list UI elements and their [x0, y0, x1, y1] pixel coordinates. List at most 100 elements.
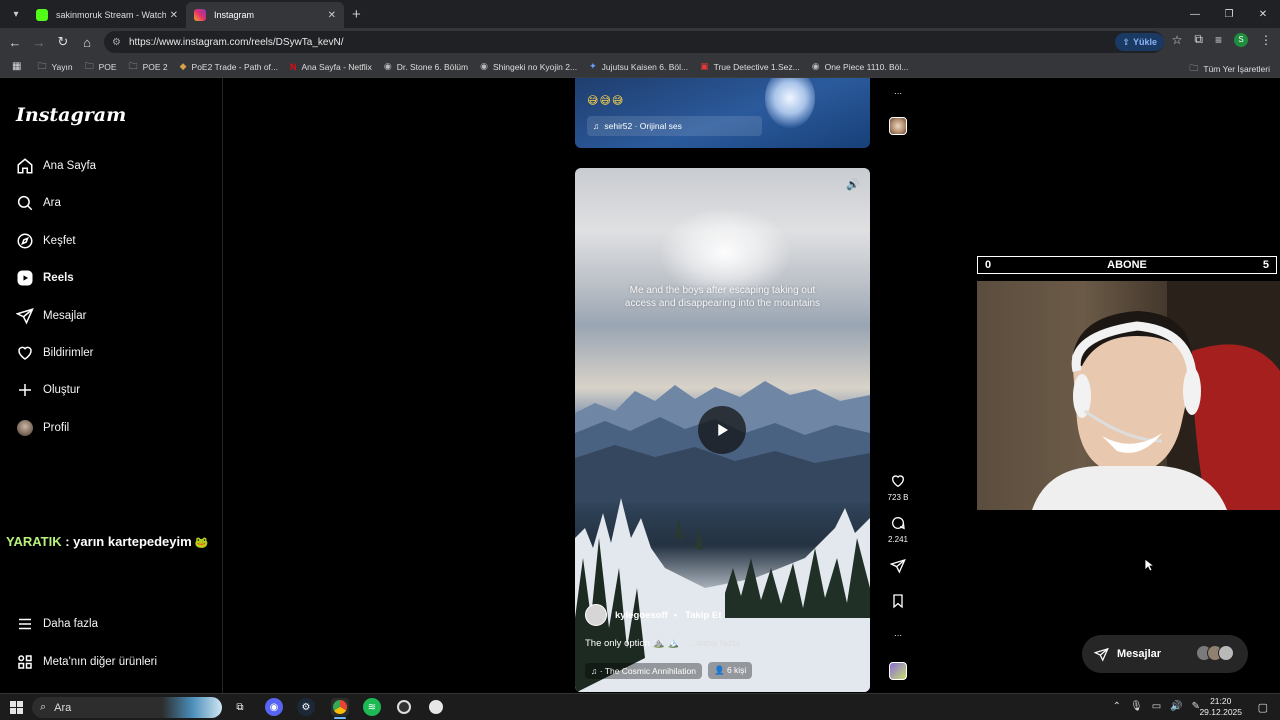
tagged-people-button[interactable]: 👤 6 kişi — [707, 662, 753, 679]
media-controls-icon[interactable]: ≡ — [1215, 33, 1222, 47]
bookmark-item[interactable]: 🗀 Yayın — [37, 59, 72, 75]
bookmark-item[interactable]: ▣ True Detective 1.Sez... — [700, 61, 800, 72]
prev-reel-audio-thumbnail[interactable] — [889, 117, 907, 135]
volume-icon[interactable]: 🔊 — [1170, 701, 1182, 712]
reload-icon[interactable]: ↻ — [51, 34, 75, 50]
follow-button[interactable]: Takip Et — [685, 610, 721, 621]
author-avatar[interactable] — [585, 604, 607, 626]
messages-floating-button[interactable]: Mesajlar — [1082, 635, 1248, 673]
microphone-icon[interactable]: 🎙 — [1130, 701, 1143, 712]
spotify-icon[interactable]: ≋ — [363, 698, 381, 716]
taskbar-search[interactable]: ⌕ Ara — [32, 697, 222, 718]
taskbar-clock[interactable]: 21:20 29.12.2025 — [1199, 696, 1242, 718]
mouse-cursor-icon — [1144, 558, 1154, 572]
mute-icon[interactable]: 🔊 — [846, 178, 860, 191]
bookmark-item[interactable]: ◉ Shingeki no Kyojin 2... — [480, 61, 577, 72]
sidebar-item-search[interactable]: Ara — [16, 194, 61, 212]
like-button[interactable]: 723 B — [883, 472, 913, 502]
bookmark-item[interactable]: ◉ Dr. Stone 6. Bölüm — [384, 61, 468, 72]
sidebar-item-more[interactable]: Daha fazla — [16, 615, 98, 633]
bookmark-label: PoE2 Trade - Path of... — [191, 61, 278, 72]
apps-icon[interactable]: ▦ — [12, 61, 21, 72]
restore-icon[interactable]: ❐ — [1212, 0, 1246, 28]
comment-button[interactable]: 2.241 — [883, 514, 913, 544]
steam-icon[interactable]: ⚙ — [297, 698, 315, 716]
sidebar-item-notifications[interactable]: Bildirimler — [16, 344, 93, 362]
save-button[interactable] — [883, 592, 913, 610]
bookmarks-bar: ▦ 🗀 Yayın 🗀 POE 🗀 POE 2 ◆ PoE2 Trade - Path … — [0, 56, 1280, 78]
bookmark-item[interactable]: 🗀 POE — [85, 59, 117, 75]
sidebar-item-meta[interactable]: Meta'nın diğer ürünleri — [16, 653, 157, 671]
upload-button[interactable]: ⇪ Yükle — [1115, 33, 1164, 51]
share-button[interactable] — [883, 557, 913, 575]
site-info-icon[interactable]: ⚙ — [112, 37, 121, 48]
poe-trade-icon: ◆ — [179, 61, 187, 71]
reel-caption-emojis: 😅😅😅 — [587, 95, 625, 107]
bookmark-label: POE 2 — [142, 61, 168, 72]
sidebar-item-explore[interactable]: Keşfet — [16, 232, 76, 250]
sidebar-item-label: Ara — [43, 197, 61, 209]
sidebar-item-profile[interactable]: Profil — [16, 419, 69, 437]
reel-audio-row: ♫ · The Cosmic Annihilation 👤 6 kişi — [585, 662, 758, 679]
task-view-icon[interactable]: ⧉ — [231, 698, 249, 716]
plus-icon — [16, 381, 34, 399]
bookmark-label: Tüm Yer İşaretleri — [1203, 64, 1270, 74]
tab-search-button[interactable]: ▾ — [4, 3, 28, 25]
profile-avatar[interactable]: S — [1234, 32, 1248, 47]
discord-icon[interactable]: ◉ — [265, 698, 283, 716]
previous-reel[interactable]: 😅😅😅 ♫ sehir52 · Orijinal ses — [575, 78, 870, 148]
chat-text: : yarın kartepedeyim — [61, 534, 192, 549]
sidebar-item-messages[interactable]: Mesajlar — [16, 307, 86, 325]
close-window-icon[interactable]: ✕ — [1246, 0, 1280, 28]
browser-menu-icon[interactable]: ⋮ — [1260, 33, 1272, 47]
bookmark-item[interactable]: 🗀 POE 2 — [129, 59, 168, 75]
search-icon: ⌕ — [40, 701, 47, 713]
reel-more-button[interactable]: ⋯ — [883, 626, 913, 644]
tray-expand-icon[interactable]: ⌃ — [1113, 701, 1121, 712]
extensions-icon[interactable]: ⧉ — [1194, 32, 1203, 47]
sidebar-item-reels[interactable]: Reels — [16, 269, 74, 287]
caption-more-link[interactable]: ... daha fazla — [686, 638, 740, 649]
obs-icon[interactable] — [395, 698, 413, 716]
sidebar-item-label: Keşfet — [43, 235, 76, 247]
sidebar-item-label: Daha fazla — [43, 618, 98, 630]
close-tab-icon[interactable]: ✕ — [170, 10, 178, 21]
address-bar[interactable]: ⚙ https://www.instagram.com/reels/DSywTa… — [104, 31, 1164, 53]
bookmark-star-icon[interactable]: ☆ — [1172, 33, 1183, 47]
reel-audio-link[interactable]: ♫ · The Cosmic Annihilation — [585, 662, 702, 679]
new-tab-icon[interactable]: + — [352, 6, 361, 23]
send-icon — [1094, 647, 1109, 662]
network-icon[interactable]: ▭ — [1152, 701, 1161, 712]
heart-icon — [889, 472, 907, 490]
windows-start-icon[interactable] — [10, 701, 23, 714]
sidebar-item-home[interactable]: Ana Sayfa — [16, 157, 96, 175]
instagram-logo[interactable]: Instagram — [16, 104, 126, 126]
bookmark-item[interactable]: ◉ One Piece 1110. Böl... — [812, 61, 909, 72]
app-icon[interactable] — [427, 698, 445, 716]
bookmark-label: True Detective 1.Sez... — [713, 61, 800, 72]
back-icon[interactable]: ← — [3, 35, 27, 50]
tab-instagram[interactable]: Instagram ✕ — [186, 2, 344, 28]
bookmark-item[interactable]: ✦ Jujutsu Kaisen 6. Böl... — [589, 61, 688, 72]
bookmark-item[interactable]: ◆ PoE2 Trade - Path of... — [180, 61, 278, 72]
all-bookmarks-button[interactable]: 🗀 Tüm Yer İşaretleri — [1189, 61, 1270, 77]
sidebar-item-create[interactable]: Oluştur — [16, 381, 80, 399]
current-reel[interactable]: Me and the boys after escaping taking ou… — [575, 168, 870, 692]
author-username[interactable]: kylegoesoff — [615, 610, 668, 621]
play-button[interactable] — [698, 406, 746, 454]
bookmark-label: Dr. Stone 6. Bölüm — [396, 61, 469, 72]
close-tab-icon[interactable]: ✕ — [328, 10, 336, 21]
home-button-icon[interactable]: ⌂ — [75, 35, 99, 50]
forward-icon[interactable]: → — [27, 35, 51, 50]
reel-forest — [575, 498, 870, 692]
reel-audio-thumbnail[interactable] — [889, 662, 907, 680]
sidebar-item-label: Mesajlar — [43, 310, 87, 322]
prev-reel-more-button[interactable]: ⋯ — [883, 84, 913, 102]
reel-audio-link[interactable]: ♫ sehir52 · Orijinal ses — [587, 116, 762, 136]
minimize-icon[interactable]: — — [1178, 0, 1212, 28]
bookmark-item[interactable]: N Ana Sayfa - Netflix — [290, 62, 372, 72]
tab-kick[interactable]: sakinmoruk Stream - Watch Live ✕ — [28, 2, 186, 28]
bookmark-label: POE — [98, 61, 117, 72]
notification-icon[interactable]: ▢ — [1258, 701, 1268, 714]
chrome-icon[interactable] — [331, 698, 349, 719]
